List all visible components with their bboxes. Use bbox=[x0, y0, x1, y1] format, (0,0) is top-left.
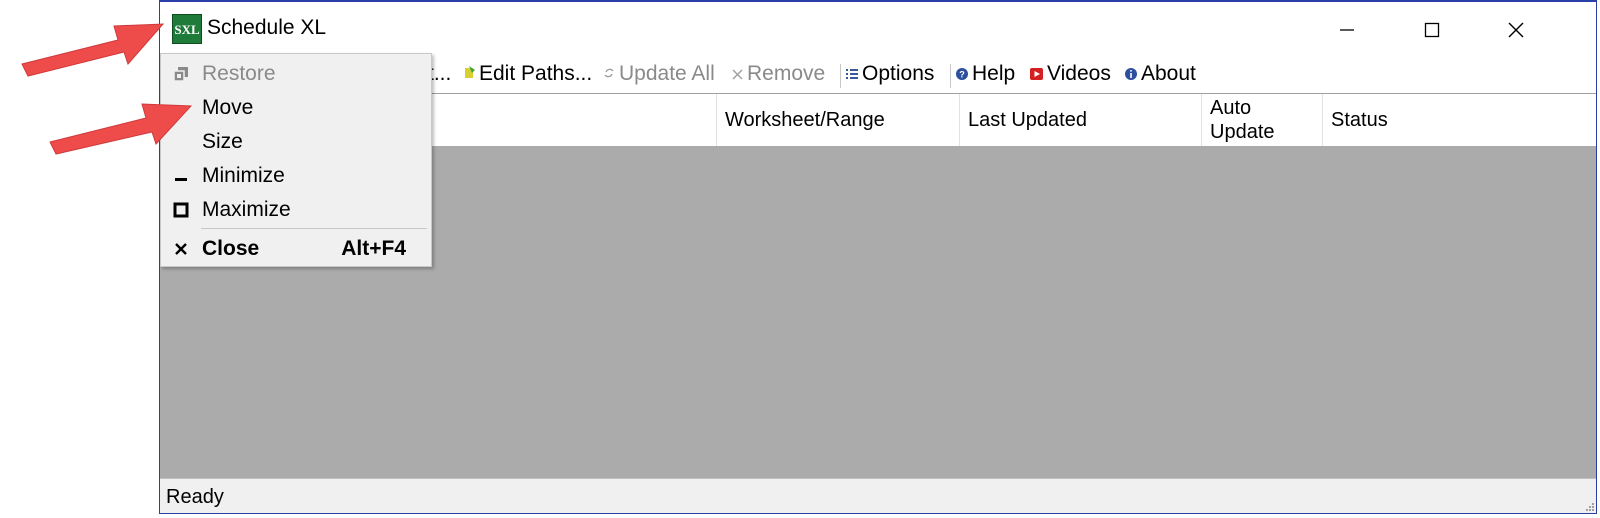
minimize-icon bbox=[1340, 29, 1354, 31]
maximize-icon bbox=[173, 202, 189, 218]
annotation-arrow-icon bbox=[49, 103, 193, 155]
help-label: Help bbox=[972, 62, 1016, 85]
menu-item-close[interactable]: Close Alt+F4 bbox=[161, 232, 431, 266]
about-button[interactable]: About bbox=[1125, 62, 1196, 86]
column-header-label: Status bbox=[1331, 109, 1388, 131]
close-icon bbox=[175, 243, 187, 255]
column-header-auto-update[interactable]: Auto Update bbox=[1201, 94, 1322, 146]
menu-item-minimize[interactable]: Minimize bbox=[161, 159, 431, 193]
status-bar: Ready bbox=[160, 478, 1596, 513]
edit-paths-label: Edit Paths... bbox=[479, 62, 593, 85]
app-icon[interactable]: SXL bbox=[172, 14, 202, 44]
annotation-arrow-icon bbox=[21, 23, 165, 77]
update-all-button[interactable]: Update All bbox=[603, 62, 715, 86]
close-button[interactable] bbox=[1493, 10, 1539, 48]
window-title: Schedule XL bbox=[207, 16, 327, 39]
menu-item-move[interactable]: Move bbox=[161, 91, 431, 125]
close-icon bbox=[1508, 22, 1524, 38]
maximize-button[interactable] bbox=[1409, 10, 1455, 48]
menu-item-label: Minimize bbox=[202, 164, 285, 187]
list-icon bbox=[846, 62, 858, 86]
column-header-worksheet-range[interactable]: Worksheet/Range bbox=[716, 94, 959, 146]
toolbar-separator bbox=[950, 64, 951, 88]
options-button[interactable]: Options bbox=[846, 62, 934, 86]
minimize-icon bbox=[175, 178, 187, 181]
column-header-last-updated[interactable]: Last Updated bbox=[959, 94, 1201, 146]
menu-item-label: Move bbox=[202, 96, 254, 119]
sxl-logo-icon: SXL bbox=[174, 22, 200, 37]
menu-separator bbox=[201, 228, 427, 229]
svg-text:?: ? bbox=[959, 70, 965, 80]
minimize-button[interactable] bbox=[1324, 10, 1370, 48]
menu-item-label: Maximize bbox=[202, 198, 291, 221]
toolbar-separator bbox=[840, 64, 841, 88]
resize-grip-icon[interactable] bbox=[1584, 501, 1594, 511]
restore-icon bbox=[173, 67, 188, 82]
column-header-label: Worksheet/Range bbox=[725, 109, 885, 131]
options-label: Options bbox=[862, 62, 935, 85]
refresh-icon bbox=[603, 62, 615, 86]
edit-paths-icon bbox=[463, 62, 475, 86]
menu-item-label: Close bbox=[202, 237, 260, 260]
menu-item-label: Restore bbox=[202, 62, 276, 85]
videos-button[interactable]: Videos bbox=[1030, 62, 1111, 86]
menu-item-shortcut: Alt+F4 bbox=[341, 237, 406, 260]
column-header-label: Update bbox=[1210, 121, 1275, 143]
edit-paths-button[interactable]: Edit Paths... bbox=[463, 62, 592, 86]
menu-item-maximize[interactable]: Maximize bbox=[161, 193, 431, 227]
menu-item-size[interactable]: Size bbox=[161, 125, 431, 159]
svg-text:SXL: SXL bbox=[174, 22, 200, 37]
system-menu: Restore Move Size Minimize Maximize Clos… bbox=[160, 53, 432, 267]
help-button[interactable]: ? Help bbox=[956, 62, 1015, 86]
status-text: Ready bbox=[166, 486, 224, 508]
menu-item-restore[interactable]: Restore bbox=[161, 57, 431, 91]
video-icon bbox=[1030, 62, 1043, 86]
videos-label: Videos bbox=[1047, 62, 1111, 85]
remove-button[interactable]: Remove bbox=[732, 62, 825, 86]
maximize-icon bbox=[1424, 22, 1440, 38]
column-header-label: Auto bbox=[1210, 97, 1252, 119]
remove-label: Remove bbox=[747, 62, 826, 85]
about-label: About bbox=[1141, 62, 1196, 85]
help-icon: ? bbox=[956, 62, 968, 86]
menu-item-label: Size bbox=[202, 130, 243, 153]
column-header-status[interactable]: Status bbox=[1322, 94, 1596, 146]
info-icon bbox=[1125, 62, 1137, 86]
column-header-label: Last Updated bbox=[968, 109, 1087, 131]
remove-icon bbox=[732, 62, 743, 86]
update-all-label: Update All bbox=[619, 62, 715, 85]
title-bar[interactable]: SXL Schedule XL bbox=[160, 2, 1596, 56]
